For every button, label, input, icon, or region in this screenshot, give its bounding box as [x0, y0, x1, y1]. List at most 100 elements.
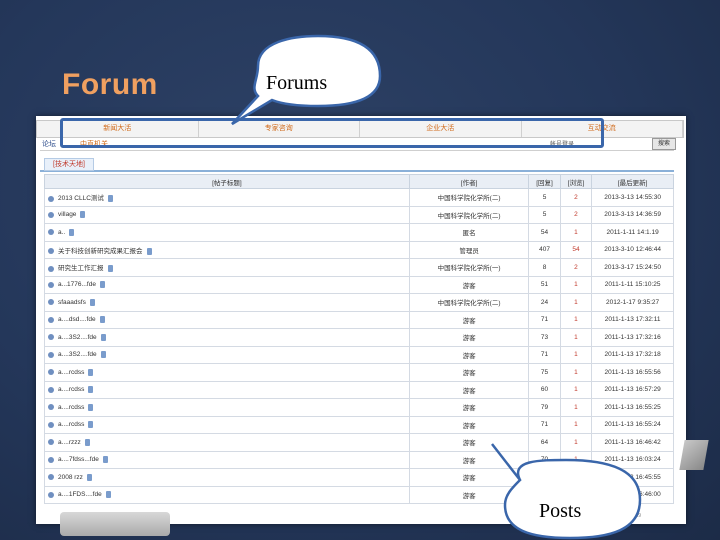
topic-title[interactable]: a....1FDS....fde: [58, 491, 102, 498]
table-row[interactable]: a....rcdss 游客 79 1 2011-1-13 16:55:25: [44, 398, 674, 417]
topic-icon: [48, 229, 54, 236]
cell-title[interactable]: a...1776...fde: [44, 275, 410, 294]
cell-title[interactable]: a....rcdss: [44, 380, 410, 399]
cell-updated: 2011-1-13 16:55:24: [591, 415, 674, 434]
cell-title[interactable]: a....7fdss...fde: [44, 450, 410, 469]
topic-icon: [48, 421, 54, 428]
topic-title[interactable]: a....rcdss: [58, 404, 84, 411]
table-row[interactable]: sfaaadsfs 中国科学院化学所(二) 24 1 2012-1-17 9:35:27: [44, 293, 674, 312]
cell-views: 1: [559, 398, 593, 417]
topic-title[interactable]: sfaaadsfs: [58, 299, 86, 306]
cell-author: 游客: [408, 310, 530, 329]
cell-title[interactable]: a....dsd....fde: [44, 310, 410, 329]
topic-title[interactable]: 2013 CLLC测试: [58, 195, 104, 202]
table-row[interactable]: a....rcdss 游客 75 1 2011-1-13 16:55:56: [44, 363, 674, 382]
table-row[interactable]: a...1776...fde 游客 51 1 2011-1-11 15:10:25: [44, 275, 674, 294]
decorative-shape: [60, 512, 170, 536]
cell-author: 中国科学院化学所(二): [408, 293, 530, 312]
col-title: [帖子标题]: [44, 174, 410, 189]
cell-title[interactable]: 2008 rzz: [44, 468, 410, 487]
cell-views: 1: [559, 363, 593, 382]
table-row[interactable]: a.. 匿名 54 1 2011-1-11 14:1.19: [44, 223, 674, 242]
cell-replies: 75: [528, 363, 561, 382]
footer-contact: 电话: 010-62623239: [596, 513, 642, 519]
topic-title[interactable]: a....rzzz: [58, 439, 81, 446]
cell-author: 游客: [408, 450, 530, 469]
user-icon: [89, 298, 95, 306]
cell-title[interactable]: 研究生工作汇报: [44, 258, 410, 277]
cell-author: 游客: [408, 380, 530, 399]
cell-author: 中国科学院化学所(二): [408, 188, 530, 207]
topic-icon: [48, 281, 54, 288]
cell-replies: 60: [528, 380, 561, 399]
topic-title[interactable]: a....rcdss: [58, 421, 84, 428]
cell-title[interactable]: a....rcdss: [44, 363, 410, 382]
cell-updated: 2011-1-11 15:10:25: [591, 275, 674, 294]
cell-updated: 2011-1-11 14:1.19: [591, 223, 674, 242]
table-row[interactable]: 关于科技创新研究成果汇报会 管理员 407 54 2013-3-10 12:46:44: [44, 240, 674, 259]
cell-author: 中国科学院化学所(二): [408, 205, 530, 224]
cell-title[interactable]: a....3S2....fde: [44, 328, 410, 347]
cell-updated: 2013-3-10 12:46:44: [591, 240, 674, 259]
table-row[interactable]: 2013 CLLC测试 中国科学院化学所(二) 5 2 2013-3-13 14:55:…: [44, 188, 674, 207]
tab-technology[interactable]: [技术天地]: [44, 158, 94, 171]
cell-title[interactable]: a....rzzz: [44, 433, 410, 452]
cell-author: 游客: [408, 468, 530, 487]
table-row[interactable]: 研究生工作汇报 中国科学院化学所(一) 8 2 2013-3-17 15:24:50: [44, 258, 674, 277]
cell-author: 游客: [408, 275, 530, 294]
cell-title[interactable]: 2013 CLLC测试: [44, 188, 410, 207]
cell-title[interactable]: a....1FDS....fde: [44, 485, 410, 504]
user-icon: [100, 351, 106, 359]
cell-title[interactable]: a....3S2....fde: [44, 345, 410, 364]
table-row[interactable]: 2008 rzz 游客 78 1 2011-1-13 16:45:55: [44, 468, 674, 487]
topic-title[interactable]: a....3S2....fde: [58, 351, 97, 358]
topic-title[interactable]: a....7fdss...fde: [58, 456, 99, 463]
topic-title[interactable]: a..: [58, 229, 65, 236]
table-row[interactable]: a....dsd....fde 游客 71 1 2011-1-13 17:32:11: [44, 310, 674, 329]
table-row[interactable]: a....1FDS....fde 游客 1 1 2011-1-13 16:46:00: [44, 485, 674, 504]
cell-title[interactable]: sfaaadsfs: [44, 293, 410, 312]
user-icon: [107, 265, 113, 273]
cell-views: 1: [559, 293, 593, 312]
cell-author: 游客: [408, 415, 530, 434]
topic-title[interactable]: a....rcdss: [58, 386, 84, 393]
cell-title[interactable]: 关于科技创新研究成果汇报会: [44, 240, 410, 259]
cell-title[interactable]: a....rcdss: [44, 415, 410, 434]
topic-title[interactable]: a....rcdss: [58, 369, 84, 376]
table-row[interactable]: a....3S2....fde 游客 73 1 2011-1-13 17:32:16: [44, 328, 674, 347]
topic-title[interactable]: 关于科技创新研究成果汇报会: [58, 248, 143, 255]
table-row[interactable]: a....7fdss...fde 游客 70 1 2011-1-13 16:03:24: [44, 450, 674, 469]
table-row[interactable]: a....rzzz 游客 64 1 2011-1-13 16:46:42: [44, 433, 674, 452]
topic-title[interactable]: village: [58, 211, 76, 218]
cell-views: 2: [559, 258, 593, 277]
cell-views: 2: [559, 205, 593, 224]
cell-updated: 2011-1-13 17:32:16: [591, 328, 674, 347]
cell-views: 1: [559, 433, 593, 452]
cell-views: 54: [559, 240, 593, 259]
topic-icon: [48, 248, 54, 255]
table-row[interactable]: a....rcdss 游客 71 1 2011-1-13 16:55:24: [44, 415, 674, 434]
cell-replies: 73: [528, 328, 561, 347]
topic-title[interactable]: 研究生工作汇报: [58, 265, 104, 272]
breadcrumb-home[interactable]: 论坛: [42, 139, 56, 149]
cell-title[interactable]: village: [44, 205, 410, 224]
cell-replies: 407: [528, 240, 561, 259]
table-row[interactable]: village 中国科学院化学所(二) 5 2 2013-3-13 14:36:59: [44, 205, 674, 224]
topic-title[interactable]: a....dsd....fde: [58, 316, 96, 323]
table-row[interactable]: a....3S2....fde 游客 71 1 2011-1-13 17:32:18: [44, 345, 674, 364]
topic-title[interactable]: 2008 rzz: [58, 474, 83, 481]
cell-replies: 5: [528, 205, 561, 224]
user-icon: [100, 333, 106, 341]
cell-updated: 2011-1-13 16:45:55: [591, 468, 674, 487]
search-button[interactable]: 搜索: [652, 138, 676, 150]
forum-table: [帖子标题] [作者] [回复] [浏览] [最后更新] 2013 CLLC测试…: [44, 174, 674, 504]
cell-title[interactable]: a..: [44, 223, 410, 242]
cell-title[interactable]: a....rcdss: [44, 398, 410, 417]
topic-title[interactable]: a....3S2....fde: [58, 334, 97, 341]
cell-author: 游客: [408, 345, 530, 364]
table-row[interactable]: a....rcdss 游客 60 1 2011-1-13 16:57:29: [44, 380, 674, 399]
topic-title[interactable]: a...1776...fde: [58, 281, 96, 288]
topic-icon: [48, 351, 54, 358]
cell-views: 2: [559, 188, 593, 207]
topic-icon: [48, 316, 54, 323]
